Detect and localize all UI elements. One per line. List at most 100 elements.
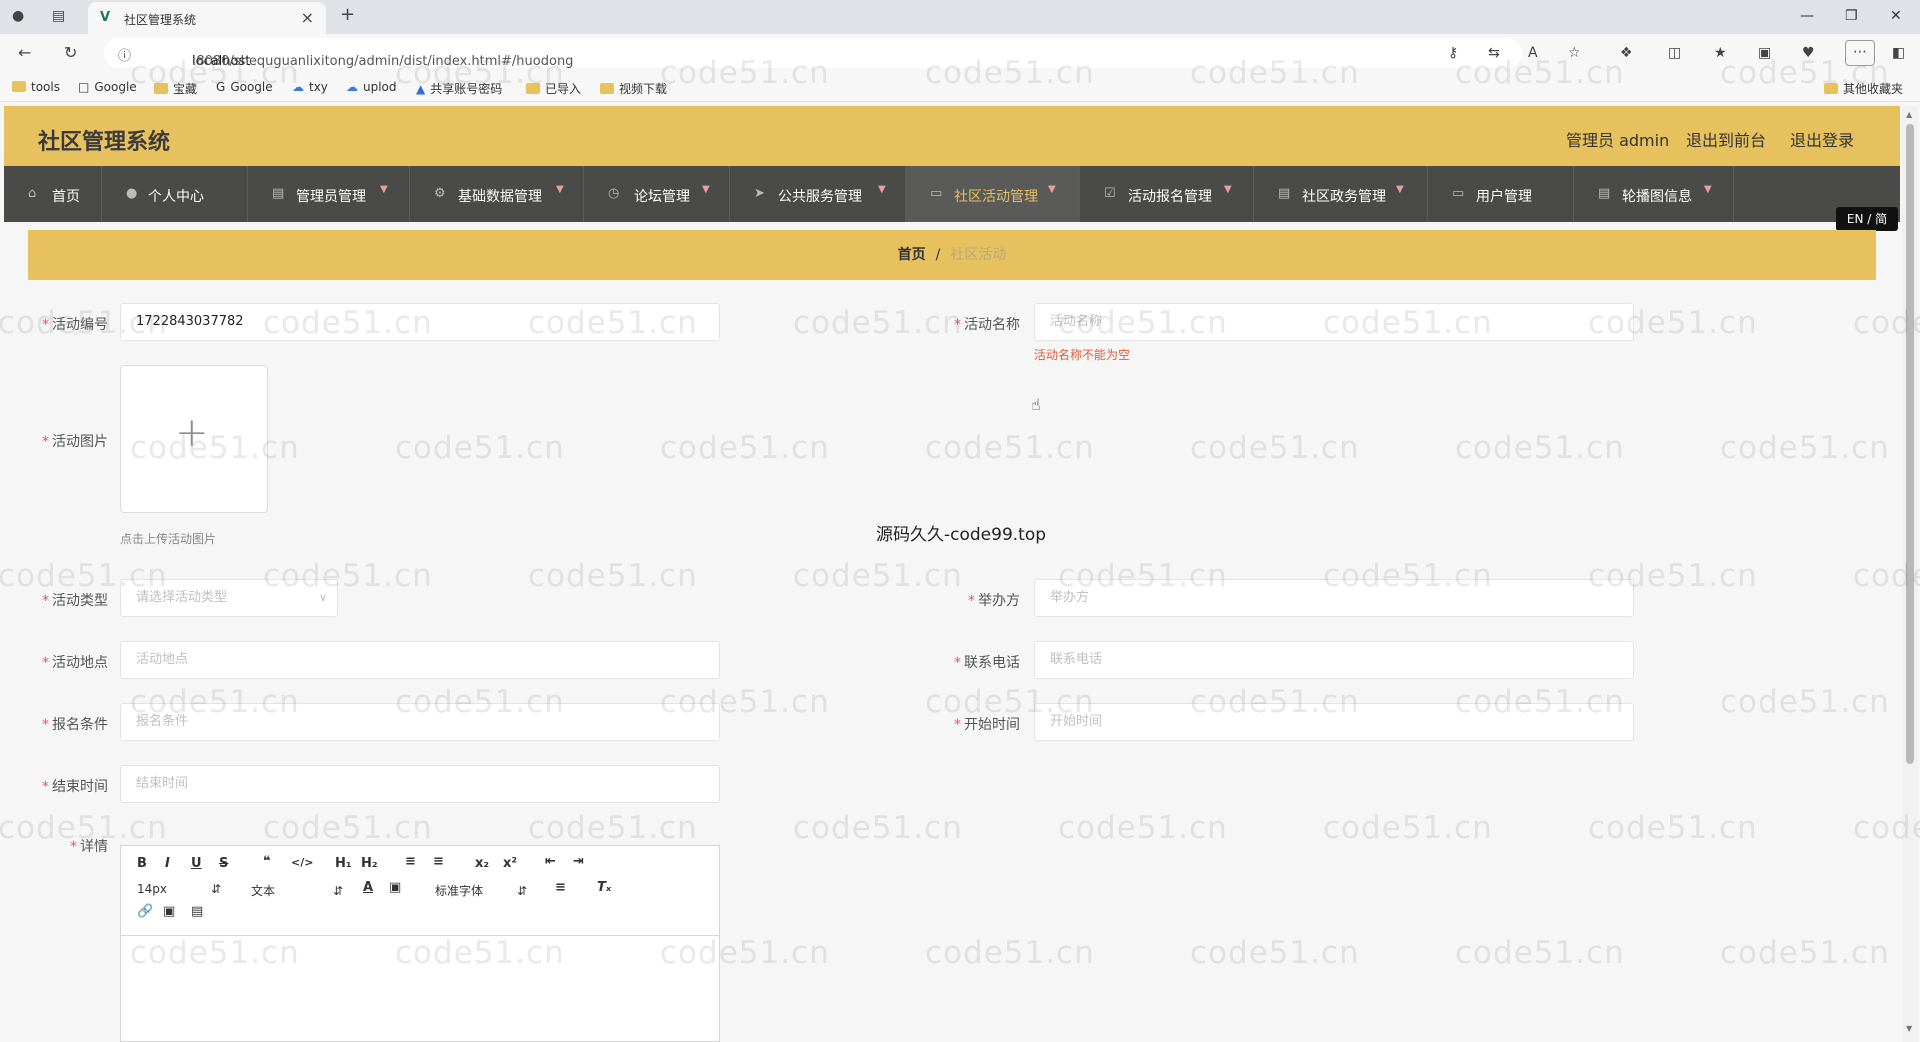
- split-screen-icon[interactable]: ◫: [1668, 45, 1681, 61]
- activity-name-error: 活动名称不能为空: [1034, 348, 1131, 362]
- start-time-input[interactable]: 开始时间: [1034, 703, 1634, 741]
- organizer-input[interactable]: 举办方: [1034, 579, 1634, 617]
- activity-no-input[interactable]: 1722843037782: [120, 303, 720, 341]
- refresh-icon[interactable]: ↻: [64, 45, 77, 61]
- nav-government-affairs[interactable]: ▤ 社区政务管理 ▼: [1254, 166, 1428, 222]
- nav-activity-signup[interactable]: ☑ 活动报名管理 ▼: [1080, 166, 1254, 222]
- close-window-icon[interactable]: ✕: [1890, 8, 1902, 24]
- code-icon[interactable]: </>: [291, 856, 313, 869]
- font-family-select[interactable]: 标准字体 ⇵: [435, 882, 527, 899]
- strike-icon[interactable]: S: [219, 856, 228, 871]
- scroll-up-icon[interactable]: ▲: [1906, 110, 1912, 119]
- more-menu-icon[interactable]: ⋯: [1845, 40, 1875, 66]
- nav-admin-manage[interactable]: ▤ 管理员管理 ▼: [248, 166, 410, 222]
- background-color-icon[interactable]: ▣: [389, 880, 401, 895]
- video-insert-icon[interactable]: ▤: [191, 904, 203, 919]
- language-switch[interactable]: EN / 简: [1836, 207, 1898, 231]
- tab-actions-icon[interactable]: ▤: [52, 8, 65, 24]
- new-tab-icon[interactable]: +: [340, 6, 355, 24]
- outdent-icon[interactable]: ⇤: [545, 854, 556, 869]
- breadcrumb-home[interactable]: 首页: [898, 247, 926, 263]
- nav-public-service[interactable]: ➤ 公共服务管理 ▼: [730, 166, 906, 222]
- url-input[interactable]: ⓘ localhost:8080/shequguanlixitong/admin…: [104, 38, 1522, 69]
- bookmark-item[interactable]: G Google: [216, 80, 273, 94]
- bookmark-item[interactable]: tools: [12, 80, 60, 94]
- nav-personal-center[interactable]: ● 个人中心: [102, 166, 248, 222]
- bookmark-item[interactable]: 已导入: [526, 80, 581, 97]
- breadcrumb-current: 社区活动: [950, 247, 1007, 263]
- heading1-icon[interactable]: H₁: [335, 856, 352, 871]
- bullet-list-icon[interactable]: ≡: [433, 854, 444, 869]
- extensions-icon[interactable]: ❖: [1620, 45, 1633, 61]
- bookmark-item[interactable]: 宝藏: [154, 80, 197, 97]
- nav-forum[interactable]: ◷ 论坛管理 ▼: [584, 166, 730, 222]
- favorites-icon[interactable]: ★: [1714, 45, 1727, 61]
- block-type-select[interactable]: 文本 ⇵: [251, 882, 343, 899]
- superscript-icon[interactable]: x²: [503, 856, 517, 871]
- close-tab-icon[interactable]: ×: [301, 8, 314, 27]
- bookmark-item[interactable]: □ Google: [78, 80, 137, 94]
- indent-icon[interactable]: ⇥: [573, 854, 584, 869]
- chevron-down-icon: ▼: [1396, 184, 1404, 195]
- key-icon[interactable]: ⚷: [1448, 45, 1458, 61]
- other-bookmarks[interactable]: 其他收藏夹: [1824, 80, 1903, 97]
- read-aloud-icon[interactable]: A: [1528, 45, 1538, 61]
- location-input[interactable]: 活动地点: [120, 641, 720, 679]
- browser-essentials-icon[interactable]: ♥: [1802, 45, 1815, 61]
- favorite-star-icon[interactable]: ☆: [1568, 45, 1581, 61]
- rich-text-editor[interactable]: B I U S ❝ </> H₁ H₂ ≡ ≡ x₂ x² ⇤ ⇥ 14px ⇵ …: [120, 845, 720, 1042]
- link-icon[interactable]: 🔗: [137, 904, 153, 919]
- nav-home[interactable]: ⌂ 首页: [4, 166, 102, 222]
- italic-icon[interactable]: I: [165, 856, 170, 871]
- bookmark-item[interactable]: 视频下载: [600, 80, 667, 97]
- translate-icon[interactable]: ⇆: [1488, 45, 1500, 61]
- breadcrumb-separator: /: [935, 247, 941, 263]
- image-insert-icon[interactable]: ▣: [163, 904, 175, 919]
- heading2-icon[interactable]: H₂: [361, 856, 378, 871]
- subscript-icon[interactable]: x₂: [475, 856, 489, 871]
- requirement-input[interactable]: 报名条件: [120, 703, 720, 741]
- collections-icon[interactable]: ▣: [1758, 45, 1771, 61]
- bookmark-item[interactable]: ▲ 共享账号密码: [416, 80, 502, 97]
- align-icon[interactable]: ≡: [555, 880, 566, 895]
- clear-format-icon[interactable]: Tₓ: [597, 880, 611, 895]
- nav-user-manage[interactable]: ▭ 用户管理: [1428, 166, 1574, 222]
- url-path: :8080/shequguanlixitong/admin/dist/index…: [192, 54, 574, 69]
- restore-icon[interactable]: ❐: [1845, 8, 1858, 24]
- activity-name-input[interactable]: 活动名称: [1034, 303, 1634, 341]
- phone-input[interactable]: 联系电话: [1034, 641, 1634, 679]
- back-icon[interactable]: ←: [18, 45, 31, 61]
- google-icon: G: [216, 80, 226, 94]
- scrollbar-thumb[interactable]: [1906, 124, 1914, 764]
- nav-basic-data[interactable]: ⚙ 基础数据管理 ▼: [410, 166, 584, 222]
- bold-icon[interactable]: B: [137, 856, 147, 871]
- quote-icon[interactable]: ❝: [263, 854, 271, 869]
- activity-type-select[interactable]: 请选择活动类型 ∨: [120, 579, 338, 617]
- bookmark-item[interactable]: ☁ txy: [292, 80, 328, 94]
- updown-icon: ⇵: [211, 882, 222, 896]
- chevron-down-icon: ∨: [318, 591, 327, 604]
- nav-carousel[interactable]: ▤ 轮播图信息 ▼: [1574, 166, 1734, 222]
- logout-link[interactable]: 退出登录: [1790, 127, 1854, 151]
- cloud-icon: ☁: [292, 80, 304, 94]
- site-info-icon[interactable]: ⓘ: [118, 45, 131, 64]
- image-icon: ▤: [1598, 186, 1611, 201]
- feishu-icon: ▲: [416, 82, 426, 96]
- font-color-icon[interactable]: A: [363, 880, 373, 895]
- sidebar-icon[interactable]: ◧: [1892, 45, 1905, 61]
- chevron-down-icon: ▼: [556, 184, 564, 195]
- browser-tab[interactable]: V 社区管理系统 ×: [88, 2, 326, 34]
- page-scrollbar[interactable]: ▲ ▼: [1902, 106, 1918, 1042]
- underline-icon[interactable]: U: [191, 856, 202, 871]
- minimize-icon[interactable]: —: [1800, 8, 1814, 24]
- profile-icon[interactable]: ●: [12, 8, 24, 24]
- nav-community-activity[interactable]: ▭ 社区活动管理 ▼: [906, 166, 1080, 222]
- font-size-select[interactable]: 14px ⇵: [137, 882, 221, 896]
- ordered-list-icon[interactable]: ≡: [405, 854, 416, 869]
- scroll-down-icon[interactable]: ▼: [1906, 1024, 1912, 1033]
- image-upload[interactable]: +: [120, 365, 268, 513]
- gear-icon: ⚙: [434, 186, 446, 201]
- end-time-input[interactable]: 结束时间: [120, 765, 720, 803]
- back-to-front-link[interactable]: 退出到前台: [1686, 127, 1766, 151]
- bookmark-item[interactable]: ☁ uplod: [346, 80, 397, 94]
